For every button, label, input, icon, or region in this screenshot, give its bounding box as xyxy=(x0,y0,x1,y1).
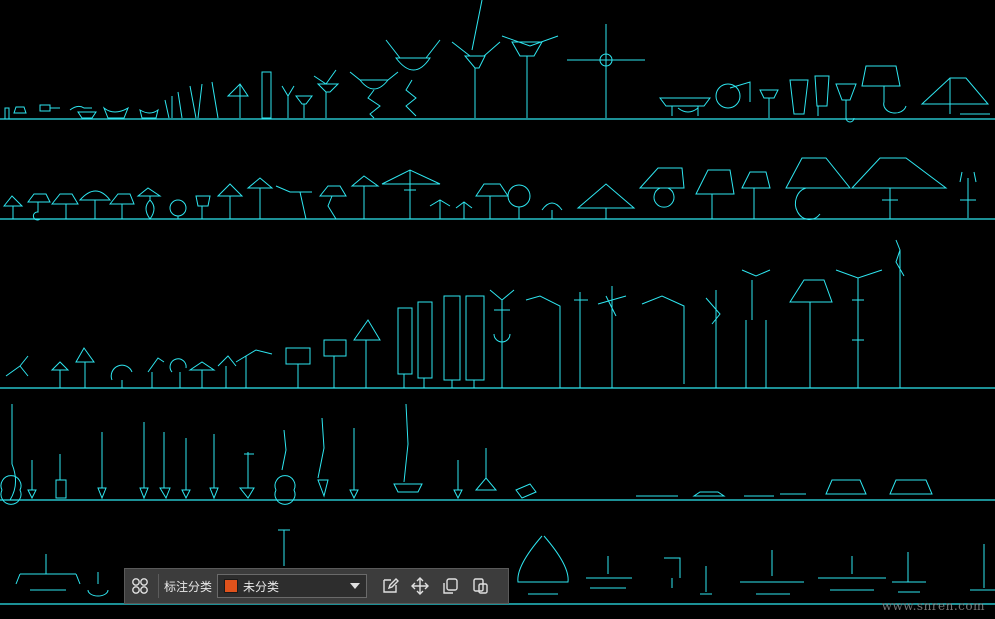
copy-icon[interactable] xyxy=(435,571,465,601)
chevron-down-icon xyxy=(348,583,362,589)
paste-icon[interactable] xyxy=(465,571,495,601)
row-2-lamps xyxy=(2,157,977,221)
toolbar-divider xyxy=(158,574,159,598)
move-icon[interactable] xyxy=(405,571,435,601)
category-value: 未分类 xyxy=(243,579,280,594)
row-1-lamps xyxy=(4,0,990,123)
watermark: www.snren.com xyxy=(881,599,985,613)
category-dropdown[interactable]: 未分类 xyxy=(217,574,368,598)
row-3-lamps xyxy=(5,239,905,388)
category-color-swatch xyxy=(224,579,239,593)
classify-label: 标注分类 xyxy=(164,579,213,594)
edit-icon[interactable] xyxy=(375,571,405,601)
cad-drawing-canvas[interactable] xyxy=(0,0,995,619)
grid-icon[interactable] xyxy=(125,571,155,601)
row-4-lamps xyxy=(0,403,933,505)
annotation-toolbar: 标注分类 未分类 xyxy=(124,568,509,604)
